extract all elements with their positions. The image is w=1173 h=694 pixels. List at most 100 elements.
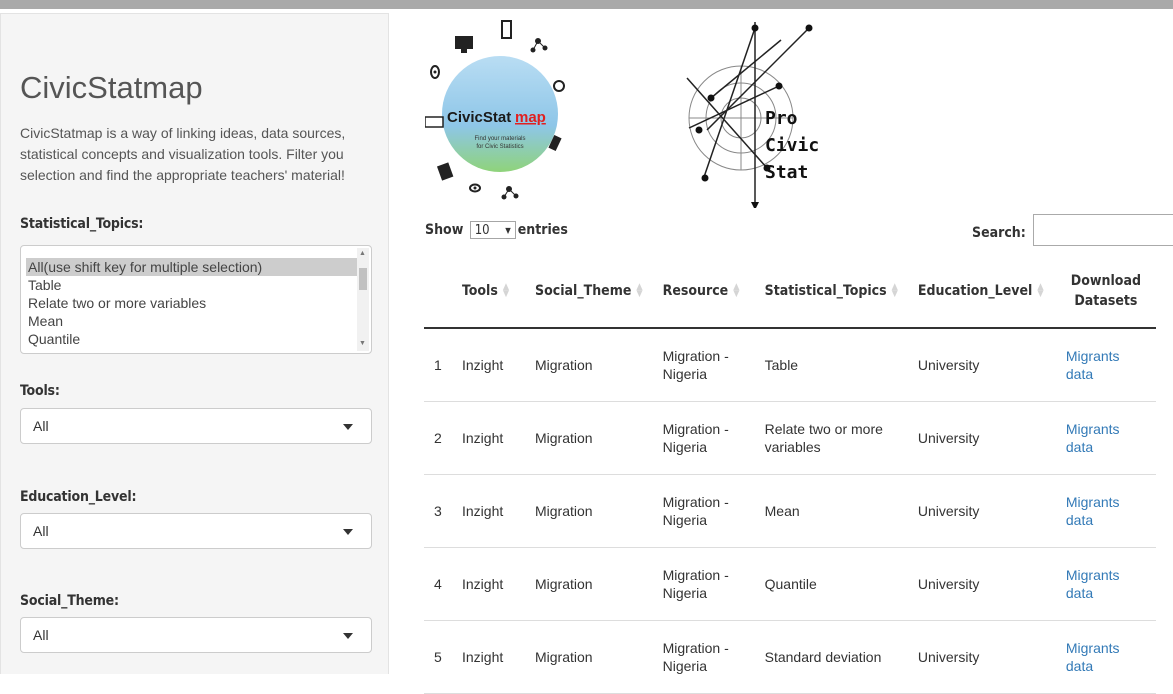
molecule-icon: [501, 186, 519, 200]
caret-down-icon: [343, 529, 353, 535]
social-theme-label: Social_Theme:: [20, 593, 119, 609]
cell-tools: Inzight: [452, 328, 525, 402]
entries-per-page-select[interactable]: 10 ▼: [469, 221, 516, 239]
column-header-statistical-topics[interactable]: Statistical_Topics ▲ ▼: [754, 255, 908, 329]
education-level-label: Education_Level:: [20, 489, 137, 505]
cell-download: Migrants data: [1055, 474, 1156, 548]
cell-statistical-topics: Table: [754, 328, 908, 402]
cell-download: Migrants data: [1055, 401, 1156, 475]
cell-download: Migrants data: [1055, 328, 1156, 402]
tools-select-value: All: [33, 418, 49, 434]
cell-education-level: University: [907, 401, 1056, 475]
cell-education-level: University: [907, 328, 1056, 402]
logo-name-part2: map: [515, 109, 546, 126]
entries-length-control: Show 10 ▼ entries: [425, 221, 568, 239]
column-header-tools[interactable]: Tools ▲ ▼: [452, 255, 525, 329]
statistical-topics-listbox[interactable]: All(use shift key for multiple selection…: [20, 245, 372, 354]
cell-resource: Migration - Nigeria: [652, 401, 755, 475]
cell-index: 3: [424, 474, 452, 548]
education-level-select-value: All: [33, 523, 49, 539]
column-header-resource[interactable]: Resource ▲ ▼: [652, 255, 755, 329]
migrants-data-link[interactable]: Migrants data: [1066, 567, 1120, 601]
listbox-option[interactable]: Mean: [26, 312, 63, 330]
app-title: CivicStatmap: [20, 70, 203, 105]
scroll-down-arrow-icon[interactable]: ▼: [359, 340, 366, 348]
show-label: Show: [425, 222, 464, 238]
caret-down-icon: [343, 424, 353, 430]
cell-social-theme: Migration: [525, 328, 653, 402]
listbox-option[interactable]: All(use shift key for multiple selection…: [26, 258, 360, 276]
listbox-scrollbar[interactable]: ▲ ▼: [357, 248, 369, 351]
cell-statistical-topics: Relate two or more variables: [754, 401, 908, 475]
cell-tools: Inzight: [452, 620, 525, 694]
cell-social-theme: Migration: [525, 401, 653, 475]
table-row: 4 Inzight Migration Migration - Nigeria …: [424, 547, 1156, 621]
caret-down-icon: ▼: [505, 226, 511, 235]
cell-resource: Migration - Nigeria: [652, 547, 755, 621]
table-row: 2 Inzight Migration Migration - Nigeria …: [424, 401, 1156, 475]
cell-index: 4: [424, 547, 452, 621]
listbox-option[interactable]: Table: [26, 276, 61, 294]
sort-arrows-icon: ▲ ▼: [891, 282, 898, 299]
cell-social-theme: Migration: [525, 474, 653, 548]
book-icon: [436, 162, 454, 181]
cell-statistical-topics: Quantile: [754, 547, 908, 621]
results-table: Tools ▲ ▼ Social_Theme ▲ ▼ Resource ▲ ▼ Statis…: [424, 255, 1156, 694]
cell-statistical-topics: Mean: [754, 474, 908, 548]
monitor-icon: [455, 36, 473, 53]
procivicstat-logo: Pro Civic Stat: [686, 22, 819, 208]
education-level-select[interactable]: All: [20, 513, 372, 549]
network-icon: [530, 38, 548, 53]
top-bar: [0, 0, 1173, 9]
social-theme-select[interactable]: All: [20, 617, 372, 653]
listbox-option[interactable]: Relate two or more variables: [26, 294, 206, 312]
migrants-data-link[interactable]: Migrants data: [1066, 494, 1120, 528]
cell-education-level: University: [907, 620, 1056, 694]
keyboard-icon: [425, 116, 444, 128]
phone-icon: [501, 20, 512, 39]
column-header-download-datasets[interactable]: Download Datasets: [1055, 255, 1156, 329]
cell-education-level: University: [907, 474, 1056, 548]
sort-arrows-icon: ▲ ▼: [1037, 282, 1044, 299]
cell-download: Migrants data: [1055, 547, 1156, 621]
cell-index: 2: [424, 401, 452, 475]
listbox-option[interactable]: Quantile: [26, 330, 80, 348]
logo-tagline2: for Civic Statistics: [476, 144, 523, 150]
table-header-row: Tools ▲ ▼ Social_Theme ▲ ▼ Resource ▲ ▼ Statis…: [424, 255, 1156, 329]
table-row: 1 Inzight Migration Migration - Nigeria …: [424, 328, 1156, 402]
civicstatmap-logo: CivicStat map Find your materials for Ci…: [425, 20, 565, 200]
cell-download: Migrants data: [1055, 620, 1156, 694]
table-row: 5 Inzight Migration Migration - Nigeria …: [424, 620, 1156, 694]
cell-resource: Migration - Nigeria: [652, 474, 755, 548]
social-theme-select-value: All: [33, 627, 49, 643]
app-description: CivicStatmap is a way of linking ideas, …: [20, 125, 346, 183]
scroll-up-arrow-icon[interactable]: ▲: [359, 250, 366, 258]
cell-index: 5: [424, 620, 452, 694]
logo-text-stat: Stat: [765, 162, 808, 183]
tools-select[interactable]: All: [20, 408, 372, 444]
search-label: Search:: [972, 225, 1026, 241]
cell-resource: Migration - Nigeria: [652, 620, 755, 694]
search-input[interactable]: [1033, 214, 1173, 246]
migrants-data-link[interactable]: Migrants data: [1066, 640, 1120, 674]
sort-arrows-icon: ▲ ▼: [733, 282, 740, 299]
disk-icon: [553, 80, 565, 92]
column-header-index[interactable]: [424, 255, 452, 329]
column-header-social-theme[interactable]: Social_Theme ▲ ▼: [525, 255, 653, 329]
cell-education-level: University: [907, 547, 1056, 621]
entries-label: entries: [517, 222, 568, 238]
migrants-data-link[interactable]: Migrants data: [1066, 348, 1120, 382]
eye-icon: [469, 183, 481, 193]
cell-tools: Inzight: [452, 401, 525, 475]
cell-index: 1: [424, 328, 452, 402]
statistical-topics-label: Statistical_Topics:: [20, 216, 144, 232]
tools-label: Tools:: [20, 383, 60, 399]
scrollbar-thumb[interactable]: [359, 268, 367, 290]
eye-icon: [430, 65, 440, 79]
logo-text-civic: Civic: [765, 135, 819, 156]
migrants-data-link[interactable]: Migrants data: [1066, 421, 1120, 455]
column-header-education-level[interactable]: Education_Level ▲ ▼: [907, 255, 1056, 329]
logo-text-pro: Pro: [765, 108, 798, 129]
cell-social-theme: Migration: [525, 547, 653, 621]
caret-down-icon: [343, 633, 353, 639]
